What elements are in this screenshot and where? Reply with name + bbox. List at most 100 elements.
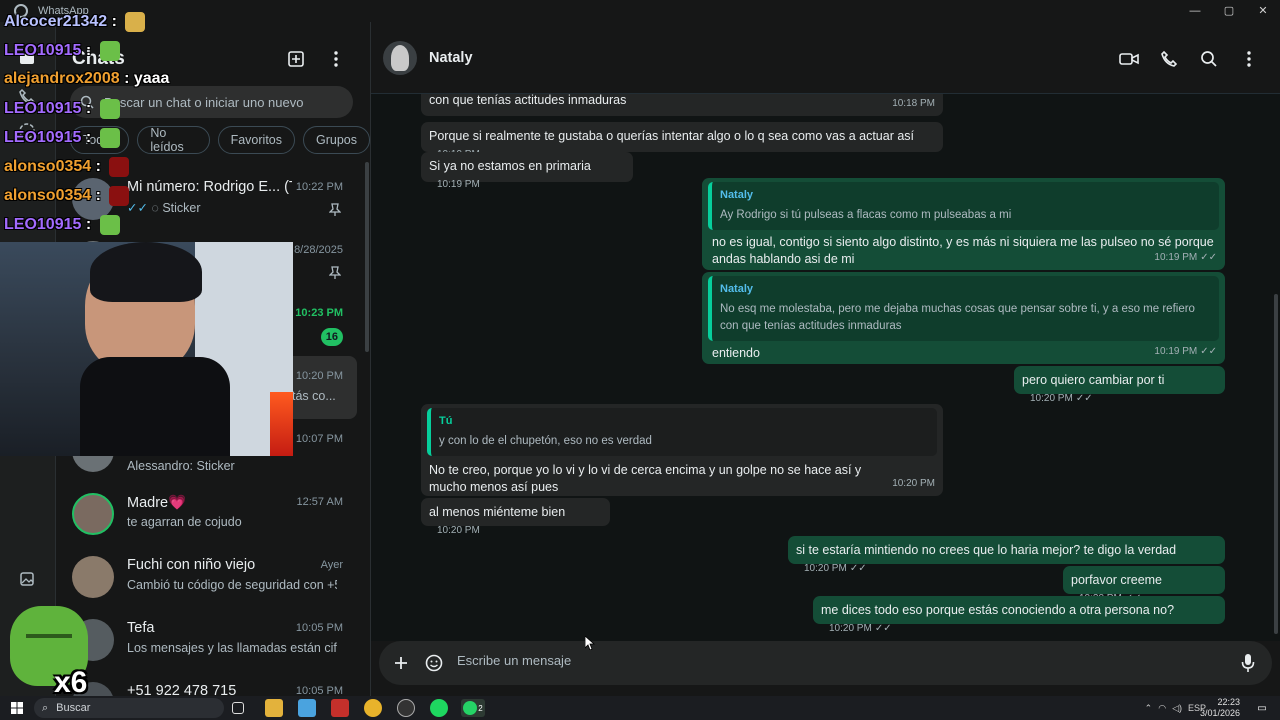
message-input[interactable] [457,653,1157,668]
file-explorer-icon[interactable] [265,699,283,717]
video-call-icon[interactable] [1118,48,1140,70]
minimize-button[interactable]: — [1178,0,1212,22]
avatar [72,493,114,535]
chat-time: 8/28/2025 [294,244,343,256]
wifi-icon[interactable]: ◠ [1158,703,1166,714]
chat-time: 10:05 PM [295,685,343,696]
message-outgoing[interactable]: pero quiero cambiar por ti 10:20 PM ✓✓ [1014,366,1225,404]
pin-icon [328,266,342,285]
emote-icon [99,215,120,235]
obs-icon[interactable] [397,699,415,717]
message-outgoing[interactable]: si te estaría mintiendo no crees que lo … [788,536,1225,574]
conversation-panel: Nataly con que tenías actitudes inmadura… [371,22,1280,696]
chat-list-scrollbar[interactable] [365,162,369,352]
contact-name[interactable]: Nataly [429,50,473,66]
message-incoming[interactable]: al menos miénteme bien 10:20 PM [421,498,610,536]
chat-time: 10:23 PM [295,307,343,319]
filter-favoritos[interactable]: Favoritos [217,126,295,154]
chrome-icon[interactable] [364,699,382,717]
close-button[interactable]: ✕ [1246,0,1280,22]
message-incoming[interactable]: Si ya no estamos en primaria 10:19 PM [421,152,633,190]
stream-chat-line: LEO10915 : [4,41,120,61]
message-incoming[interactable]: Porque si realmente te gustaba o querías… [421,122,943,160]
message-time: 10:18 PM [892,98,935,109]
filter-grupos[interactable]: Grupos [303,126,370,154]
quoted-author: Tú [439,415,453,427]
quoted-message[interactable]: Tú y con lo de el chupetón, eso no es ve… [427,408,937,456]
quoted-message[interactable]: Nataly No esq me molestaba, pero me deja… [708,276,1219,341]
emote-eyes [26,634,72,644]
message-outgoing[interactable]: Nataly No esq me molestaba, pero me deja… [702,272,1225,364]
taskbar-search-label: Buscar [56,702,91,714]
messages-scrollbar[interactable] [1274,294,1278,634]
chat-preview: te agarran de cojudo [127,515,242,529]
window-titlebar: WhatsApp — ▢ ✕ [0,0,1280,22]
tray-overflow-icon[interactable]: ⌃ [1145,703,1153,714]
media-gallery-icon[interactable] [16,568,38,590]
stream-chat-line: LEO10915 : [4,128,120,148]
message-outgoing[interactable]: Nataly Ay Rodrigo si tú pulseas a flacas… [702,178,1225,270]
chat-time: 12:57 AM [296,496,343,508]
message-incoming[interactable]: con que tenías actitudes inmaduras 10:18… [421,94,943,116]
message-text: Porque si realmente te gustaba o querías… [429,129,915,143]
attach-plus-icon[interactable] [390,652,412,674]
conversation-header: Nataly [371,22,1280,94]
taskbar-search[interactable]: ⌕ Buscar [34,698,224,718]
whatsapp-taskbar-icon[interactable]: 2 [461,699,485,717]
search-input[interactable] [104,94,324,110]
chat-name: Madre💗 [127,495,187,511]
conversation-menu-icon[interactable] [1238,48,1260,70]
contact-avatar[interactable] [383,41,417,75]
message-outgoing[interactable]: me dices todo eso porque estás conociend… [813,596,1225,634]
message-time: 10:19 PM [437,179,480,190]
search-messages-icon[interactable] [1198,48,1220,70]
quoted-text: y con lo de el chupetón, eso no es verda… [439,435,652,447]
webcam-hair [90,242,202,302]
message-text: entiendo [712,346,760,360]
emote-icon [125,12,146,32]
chat-item-fuchi[interactable]: Fuchi con niño viejo Ayer Cambió tu códi… [56,545,357,608]
windows-start-icon[interactable] [8,699,26,717]
menu-icon[interactable] [325,48,347,70]
chat-item-madre[interactable]: Madre💗 12:57 AM te agarran de cojudo [56,482,357,545]
volume-icon[interactable]: ◁) [1172,703,1182,714]
app-icon[interactable] [331,699,349,717]
message-text: al menos miénteme bien [429,505,566,519]
emote-combo-overlay: x6 [10,606,92,699]
chat-time: 10:20 PM [295,370,343,382]
message-time: 10:20 PM✓✓ [804,563,867,574]
message-time: 10:20 PM✓✓ [1030,393,1093,404]
message-text: no es igual, contigo si siento algo dist… [712,235,1214,266]
taskbar-clock[interactable]: 22:23 3/01/2026 [1200,697,1240,719]
read-ticks-icon: ✓✓ [1200,252,1217,263]
message-incoming[interactable]: Tú y con lo de el chupetón, eso no es ve… [421,404,943,496]
message-time: 10:19 PM ✓✓ [1154,346,1217,357]
message-text: si te estaría mintiendo no crees que lo … [796,543,1177,557]
maximize-button[interactable]: ▢ [1212,0,1246,22]
search-icon: ⌕ [42,701,49,714]
avatar [72,556,114,598]
voice-call-icon[interactable] [1158,48,1180,70]
sticker-emoji-icon[interactable] [423,652,445,674]
task-view-icon[interactable] [232,702,244,714]
stream-chat-line: alonso0354 : [4,186,130,206]
message-text: pero quiero cambiar por ti [1022,373,1165,387]
new-chat-icon[interactable] [285,48,307,70]
chat-time: 10:22 PM [295,181,343,193]
filter-no-leidos[interactable]: No leídos [137,126,210,154]
message-outgoing[interactable]: porfavor creeme 10:20 PM✓✓ [1063,566,1225,604]
store-icon[interactable] [298,699,316,717]
taskbar-badge: 2 [478,703,483,713]
chat-preview: Alessandro: Sticker [127,459,235,473]
spotify-icon[interactable] [430,699,448,717]
message-time: 10:20 PM✓✓ [829,623,892,634]
chat-item-tefa[interactable]: Tefa 10:05 PM Los mensajes y las llamada… [56,608,357,671]
microphone-icon[interactable] [1237,652,1259,674]
webcam-overlay [0,242,293,456]
notification-icon[interactable]: ▭ [1253,699,1271,717]
message-time: 10:20 PM [892,478,935,489]
quoted-author: Nataly [720,189,754,201]
chat-item-number[interactable]: +51 922 478 715 10:05 PM [56,671,357,696]
quoted-message[interactable]: Nataly Ay Rodrigo si tú pulseas a flacas… [708,182,1219,230]
message-composer [379,641,1272,685]
